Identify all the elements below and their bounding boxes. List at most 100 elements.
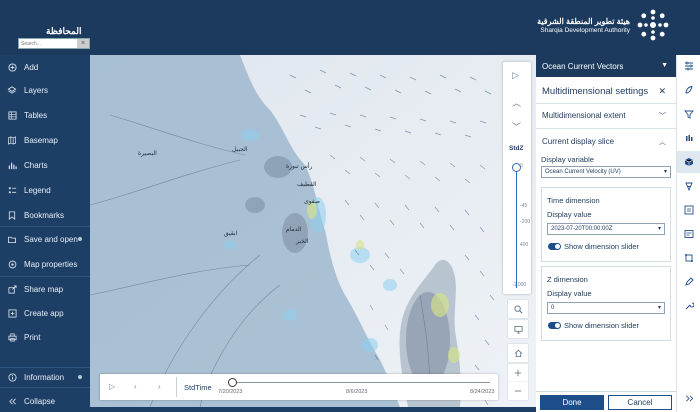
nav-map-properties[interactable]: Map properties: [0, 254, 90, 274]
edit-icon: [685, 277, 694, 286]
nav-bookmarks-label: Bookmarks: [24, 210, 65, 220]
slice-section-header[interactable]: Current display slice: [542, 137, 614, 146]
nav-share-map-label: Share map: [24, 284, 64, 294]
multidimensional-button[interactable]: [677, 151, 700, 173]
map-label: ابقيق: [224, 230, 238, 237]
time-slider-track[interactable]: [230, 382, 490, 383]
screen-tool-button[interactable]: [508, 320, 528, 338]
chevron-right-icon[interactable]: ›: [158, 382, 161, 391]
home-button[interactable]: [508, 344, 528, 362]
search-input[interactable]: [19, 39, 77, 48]
time-value-select[interactable]: 2023-07-20T00:00:00Z ▾: [547, 223, 665, 235]
clustering-button[interactable]: [677, 175, 700, 197]
configure-icon: [685, 302, 694, 310]
time-value-label: Display value: [547, 210, 592, 219]
plus-circle-icon: [7, 62, 17, 72]
nav-tables[interactable]: Tables: [0, 105, 90, 125]
layer-selector[interactable]: Ocean Current Vectors ▼: [536, 55, 676, 77]
effects-button[interactable]: [677, 127, 700, 149]
search-clear-icon[interactable]: ×: [77, 39, 89, 48]
search-icon: [513, 304, 522, 313]
divider: [176, 377, 177, 397]
share-icon: [7, 284, 17, 294]
time-toggle-label: Show dimension slider: [564, 242, 640, 251]
nav-create-app[interactable]: Create app: [0, 303, 90, 323]
nav-charts[interactable]: Charts: [0, 155, 90, 175]
chevron-down-icon[interactable]: ﹀: [659, 111, 666, 121]
time-slider-date: 8/24/2023: [470, 389, 495, 395]
map-view[interactable]: الجبيل البصيرة رأس تنورة القطيف الدمام ا…: [90, 55, 536, 407]
nav-add[interactable]: Add: [0, 57, 90, 77]
nav-information-label: Information: [24, 372, 65, 382]
styles-button[interactable]: [677, 79, 700, 101]
filter-button[interactable]: [677, 103, 700, 125]
time-slider-thumb[interactable]: [228, 378, 237, 387]
edit-button[interactable]: [677, 271, 700, 293]
highlight-patch: [241, 129, 259, 141]
right-toolbar: [676, 55, 700, 412]
map-label: الجبيل: [232, 146, 248, 153]
region-search[interactable]: ×: [18, 38, 90, 49]
labels-button[interactable]: [677, 247, 700, 269]
map-canvas[interactable]: الجبيل البصيرة رأس تنورة القطيف الدمام ا…: [90, 55, 536, 407]
nav-collapse[interactable]: Collapse: [0, 391, 90, 411]
divider: [536, 128, 676, 129]
extent-section-header[interactable]: Multidimensional extent: [542, 111, 626, 120]
time-slider-toggle[interactable]: [548, 243, 561, 250]
bookmark-icon: [7, 210, 17, 220]
nav-tables-label: Tables: [24, 110, 48, 120]
time-slider-label: StdTime: [184, 383, 212, 392]
nav-legend[interactable]: Legend: [0, 180, 90, 200]
clustering-icon: [685, 182, 693, 191]
map-label: صفوى: [304, 198, 320, 205]
nav-save-and-open[interactable]: Save and open: [0, 229, 90, 249]
cancel-button[interactable]: Cancel: [608, 395, 672, 410]
minus-icon: [514, 390, 522, 392]
map-label: البصيرة: [138, 150, 157, 157]
collapse-toolbar-button[interactable]: [677, 387, 700, 409]
home-icon: [514, 349, 522, 357]
z-toggle-label: Show dimension slider: [564, 321, 640, 330]
chevron-down-icon[interactable]: ﹀: [512, 120, 521, 133]
time-slider: ▷ ‹ › StdTime 7/20/2023 8/6/2023 8/24/20…: [100, 374, 498, 400]
z-value-select[interactable]: 0 ▾: [547, 302, 665, 314]
nav-bookmarks[interactable]: Bookmarks: [0, 205, 90, 225]
map-label: القطيف: [297, 181, 317, 188]
vegetation-patch: [431, 293, 449, 317]
collapse-icon: [685, 395, 693, 401]
multidimensional-icon: [684, 158, 694, 166]
styles-icon: [685, 85, 693, 94]
time-slider-date: 7/20/2023: [218, 389, 243, 395]
play-icon[interactable]: ▷: [109, 382, 115, 391]
fields-icon: [684, 230, 694, 238]
play-icon[interactable]: ▷: [512, 70, 519, 81]
pop-ups-button[interactable]: [677, 199, 700, 221]
layer-name: Ocean Current Vectors: [542, 61, 624, 71]
dimension-slider-track[interactable]: [516, 166, 517, 288]
properties-button[interactable]: [677, 55, 700, 77]
z-slider-toggle[interactable]: [548, 322, 561, 329]
display-variable-select[interactable]: Ocean Current Velocity (UV) ▾: [541, 166, 671, 178]
basemap-icon: [7, 135, 17, 145]
zoom-out-button[interactable]: [508, 382, 528, 400]
nav-information[interactable]: Information: [0, 367, 90, 387]
nav-print[interactable]: Print: [0, 327, 90, 347]
nav-basemap[interactable]: Basemap: [0, 130, 90, 150]
nav-layers[interactable]: Layers: [0, 80, 90, 100]
chevron-left-icon[interactable]: ‹: [134, 382, 137, 391]
multidimensional-settings-panel: Ocean Current Vectors ▼ Multidimensional…: [536, 55, 676, 412]
done-button[interactable]: Done: [540, 395, 604, 410]
authority-logo: هيئة تطوير المنطقة الشرقية Sharqia Devel…: [537, 8, 670, 42]
zoom-in-button[interactable]: [508, 364, 528, 382]
map-properties-icon: [7, 259, 17, 269]
display-variable-value: Ocean Current Velocity (UV): [545, 169, 621, 175]
search-tool-button[interactable]: [508, 300, 528, 318]
z-value-label: Display value: [547, 289, 592, 298]
close-icon[interactable]: ✕: [658, 86, 666, 97]
configure-button[interactable]: [677, 295, 700, 317]
chevron-up-icon[interactable]: ︿: [659, 137, 666, 147]
nav-share-map[interactable]: Share map: [0, 279, 90, 299]
dimension-tick: -200: [520, 219, 531, 225]
chevron-up-icon[interactable]: ︿: [512, 96, 521, 109]
fields-button[interactable]: [677, 223, 700, 245]
